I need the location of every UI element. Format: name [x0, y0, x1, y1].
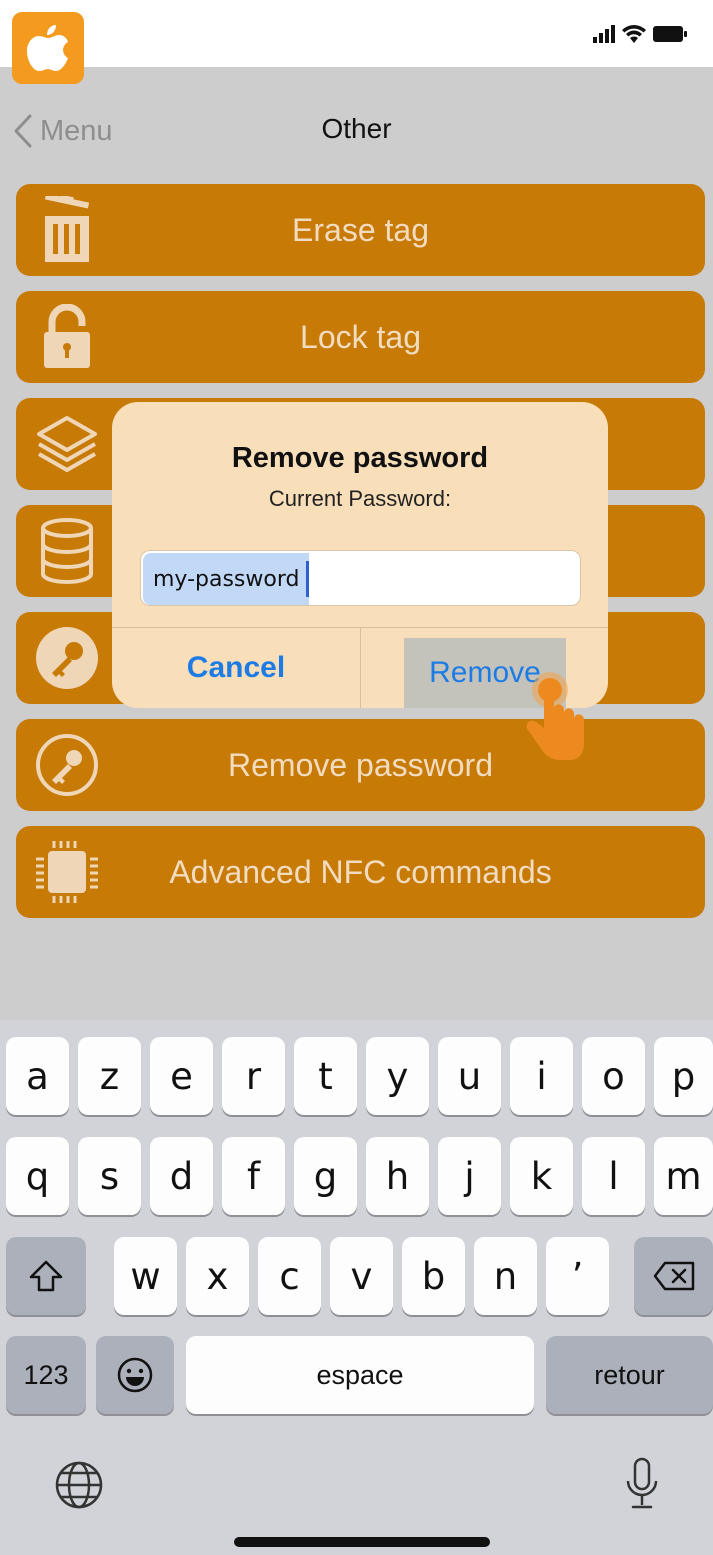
key-q[interactable]: q [6, 1137, 69, 1215]
key-l[interactable]: l [582, 1137, 645, 1215]
cancel-button[interactable]: Cancel [112, 628, 360, 708]
emoji-icon [117, 1357, 153, 1393]
globe-key[interactable] [52, 1458, 106, 1512]
key-r[interactable]: r [222, 1037, 285, 1115]
key-n[interactable]: n [474, 1237, 537, 1315]
remove-password-button[interactable]: Remove password [16, 719, 705, 811]
key-z[interactable]: z [78, 1037, 141, 1115]
backspace-key[interactable] [634, 1237, 713, 1315]
status-icons [593, 22, 687, 46]
database-icon [30, 515, 104, 587]
key-i[interactable]: i [510, 1037, 573, 1115]
battery-icon [653, 26, 687, 42]
key-apostrophe[interactable]: ’ [546, 1237, 609, 1315]
key-g[interactable]: g [294, 1137, 357, 1215]
erase-tag-button[interactable]: Erase tag [16, 184, 705, 276]
shift-arrow-icon [29, 1260, 63, 1292]
apple-logo-icon [27, 25, 68, 71]
lock-tag-button[interactable]: Lock tag [16, 291, 705, 383]
password-value: my-password [153, 567, 300, 592]
key-k[interactable]: k [510, 1137, 573, 1215]
key-o[interactable]: o [582, 1037, 645, 1115]
remove-password-dialog: Remove password Current Password: my-pas… [112, 402, 608, 708]
key-w[interactable]: w [114, 1237, 177, 1315]
key-x[interactable]: x [186, 1237, 249, 1315]
status-bar [0, 0, 713, 67]
remove-password-label: Remove password [228, 747, 493, 783]
key-m[interactable]: m [654, 1137, 713, 1215]
dialog-message: Current Password: [268, 486, 452, 511]
page-title: Other [321, 113, 392, 144]
dictation-key[interactable] [620, 1456, 664, 1514]
key-e[interactable]: e [150, 1037, 213, 1115]
lock-tag-label: Lock tag [300, 319, 421, 355]
key-s[interactable]: s [78, 1137, 141, 1215]
tap-hand-icon [526, 672, 584, 760]
shift-key[interactable] [6, 1237, 86, 1315]
key-d[interactable]: d [150, 1137, 213, 1215]
advanced-nfc-commands-button[interactable]: Advanced NFC commands [16, 826, 705, 918]
key-t[interactable]: t [294, 1037, 357, 1115]
home-indicator [234, 1537, 490, 1547]
key-p[interactable]: p [654, 1037, 713, 1115]
key-circle-icon [30, 622, 104, 694]
current-password-field[interactable]: my-password [140, 550, 581, 606]
emoji-key[interactable] [96, 1336, 174, 1414]
backspace-icon [653, 1261, 694, 1291]
dialog-button-divider [360, 628, 361, 708]
erase-tag-label: Erase tag [292, 212, 429, 248]
key-a[interactable]: a [6, 1037, 69, 1115]
key-y[interactable]: y [366, 1037, 429, 1115]
text-cursor [306, 561, 309, 597]
key-c[interactable]: c [258, 1237, 321, 1315]
cellular-signal-icon [593, 25, 615, 43]
dialog-title: Remove password [231, 442, 489, 474]
advanced-nfc-commands-label: Advanced NFC commands [169, 854, 552, 890]
key-j[interactable]: j [438, 1137, 501, 1215]
key-u[interactable]: u [438, 1037, 501, 1115]
wifi-icon [622, 25, 646, 43]
navigation-bar: Menu Other [0, 67, 713, 182]
key-v[interactable]: v [330, 1237, 393, 1315]
return-key[interactable]: retour [546, 1336, 713, 1414]
key-h[interactable]: h [366, 1137, 429, 1215]
globe-icon [55, 1461, 103, 1509]
layers-icon [30, 408, 104, 480]
key-b[interactable]: b [402, 1237, 465, 1315]
microphone-icon [626, 1457, 658, 1509]
numbers-key[interactable]: 123 [6, 1336, 86, 1414]
key-f[interactable]: f [222, 1137, 285, 1215]
space-key[interactable]: espace [186, 1336, 534, 1414]
